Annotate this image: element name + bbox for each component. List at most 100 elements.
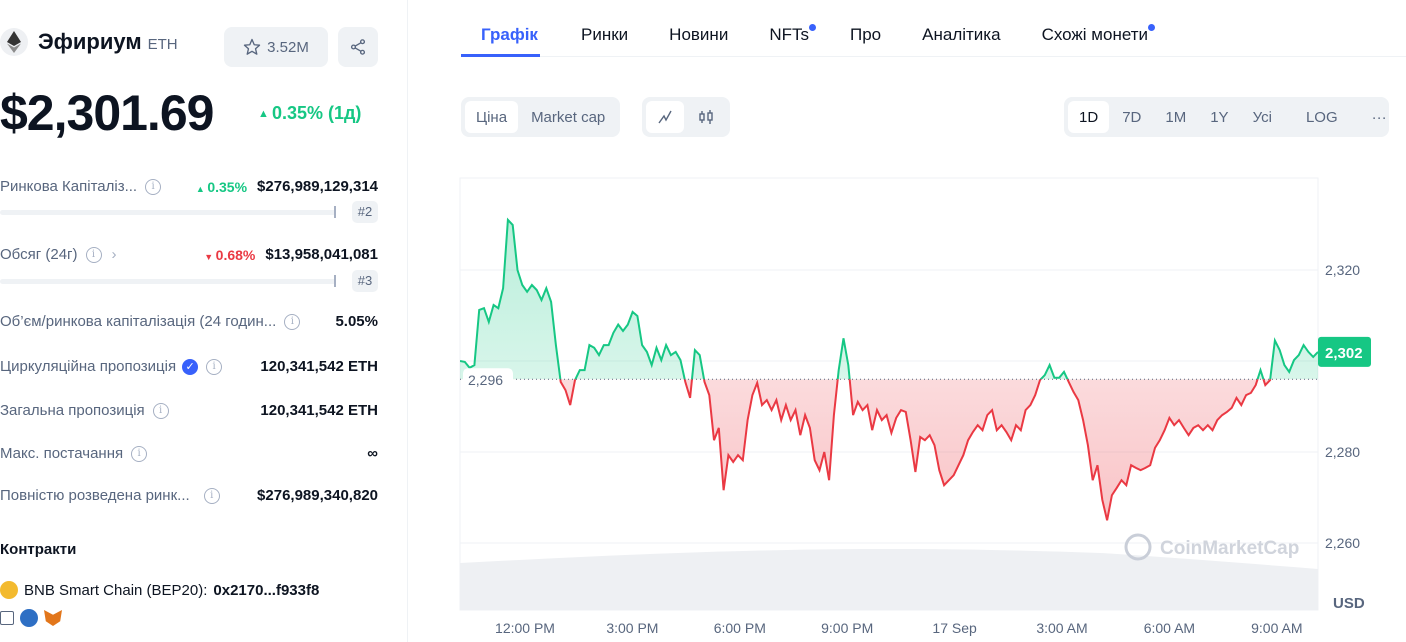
copy-icon[interactable]: [0, 611, 14, 625]
triangle-up-icon: ▲: [258, 108, 272, 120]
coin-header: Эфириум ETH: [0, 28, 178, 56]
x-tick-label: 9:00 PM: [821, 620, 873, 636]
share-button[interactable]: [338, 27, 378, 67]
info-icon[interactable]: i: [131, 445, 148, 462]
area-below-baseline: [560, 379, 1271, 521]
plot-frame: [459, 177, 1319, 611]
stat-label: Повністю розведена ринк...: [0, 487, 190, 504]
shield-icon[interactable]: [20, 609, 38, 627]
stat-value: $276,989,340,820: [257, 487, 378, 504]
tab-label: Про: [850, 25, 882, 44]
price-option[interactable]: Ціна: [465, 101, 519, 133]
current-price: $2,301.69: [0, 85, 214, 141]
y-tick-label: 2,320: [1325, 262, 1360, 278]
watchlist-button[interactable]: 3.52M: [224, 27, 328, 67]
tab-0[interactable]: Графік: [461, 0, 540, 57]
ethereum-logo-icon: [0, 28, 28, 56]
coin-name: Эфириум: [38, 29, 142, 54]
stat-label: Циркуляційна пропозиція: [0, 358, 177, 375]
info-icon[interactable]: i: [284, 313, 301, 330]
stat-value: $276,989,129,314: [257, 178, 378, 195]
tab-label: Графік: [481, 25, 538, 44]
stat-volume: Обсяг (24г) i › ▼ 0.68% $13,958,041,081: [0, 246, 378, 263]
chevron-right-icon[interactable]: ›: [112, 246, 117, 263]
baseline-label: 2,296: [468, 372, 503, 388]
triangle-up-icon: ▲: [195, 183, 208, 194]
stat-total-supply: Загальна пропозиція i 120,341,542 ETH: [0, 402, 378, 419]
bnb-chain-icon: [0, 581, 18, 599]
stat-value: 120,341,542 ETH: [260, 402, 378, 419]
chart-style-toggle: [642, 97, 730, 137]
tab-5[interactable]: Аналітика: [922, 0, 1000, 57]
stat-value: 120,341,542 ETH: [260, 358, 378, 375]
x-tick-label: 17 Sep: [932, 620, 977, 636]
stat-label: Ринкова Капіталіз...: [0, 178, 138, 195]
candlestick-icon[interactable]: [686, 101, 726, 133]
range-усі[interactable]: Усі: [1242, 101, 1283, 133]
price-line-up: [460, 217, 1318, 380]
stat-volume-market-cap: Об’єм/ринкова капіталізація (24 годин...…: [0, 313, 378, 330]
info-icon[interactable]: i: [203, 487, 220, 504]
star-icon: [243, 38, 261, 55]
stat-label: Загальна пропозиція: [0, 402, 145, 419]
price-line-down: [559, 379, 1272, 521]
coin-symbol: ETH: [147, 35, 178, 53]
range-1y[interactable]: 1Y: [1199, 101, 1239, 133]
info-icon[interactable]: i: [145, 178, 162, 195]
tab-label: Новини: [669, 25, 729, 44]
x-tick-label: 6:00 PM: [714, 620, 766, 636]
range-1d[interactable]: 1D: [1068, 101, 1110, 133]
metamask-fox-icon[interactable]: [44, 610, 62, 626]
info-icon[interactable]: i: [206, 358, 223, 375]
x-tick-label: 6:00 AM: [1144, 620, 1195, 636]
stat-label: Макс. постачання: [0, 445, 124, 462]
tab-2[interactable]: Новини: [669, 0, 728, 57]
currency-unit: USD: [1333, 595, 1365, 612]
y-tick-label: 2,260: [1325, 535, 1360, 551]
rank-badge: #3: [352, 270, 378, 292]
tab-1[interactable]: Ринки: [581, 0, 628, 57]
volume-bars: [460, 549, 1318, 610]
range-1m[interactable]: 1M: [1154, 101, 1197, 133]
more-options-button[interactable]: ···: [1361, 101, 1398, 133]
stat-fully-diluted: Повністю розведена ринк... i $276,989,340,…: [0, 487, 378, 504]
tab-4[interactable]: Про: [850, 0, 881, 57]
area-above-baseline: [460, 219, 1318, 380]
stat-label: Об’єм/ринкова капіталізація (24 годин...: [0, 313, 277, 330]
x-tick-label: 12:00 PM: [495, 620, 555, 636]
share-icon: [350, 39, 366, 55]
contract-address[interactable]: 0x2170...f933f8: [213, 582, 319, 599]
volume-rank-bar: [0, 275, 336, 287]
chart-type-toggle: Ціна Market cap: [461, 97, 621, 137]
info-icon[interactable]: i: [152, 402, 169, 419]
tab-label: Аналітика: [922, 25, 1001, 44]
contract-row: BNB Smart Chain (BEP20): 0x2170...f933f8: [0, 581, 319, 599]
contract-chain: BNB Smart Chain (BEP20):: [24, 581, 208, 599]
line-chart-icon[interactable]: [646, 101, 684, 133]
change-value: 0.68%: [215, 246, 256, 263]
watchlist-count: 3.52M: [267, 38, 309, 56]
info-icon[interactable]: i: [85, 246, 102, 263]
market-cap-option[interactable]: Market cap: [520, 101, 616, 133]
tab-6[interactable]: Схожі монети: [1041, 0, 1156, 57]
rank-badge: #2: [352, 201, 378, 223]
coinmarketcap-logo-icon: [1124, 533, 1152, 561]
stat-value: ∞: [367, 445, 378, 462]
price-change-value: 0.35% (1д): [271, 103, 362, 123]
stat-circulating-supply: Циркуляційна пропозиція ✓ i 120,341,542 ET…: [0, 358, 378, 375]
x-tick-label: 9:00 AM: [1251, 620, 1302, 636]
tab-3[interactable]: NFTs: [769, 0, 816, 57]
tab-label: Ринки: [581, 25, 629, 44]
new-indicator-dot: [809, 24, 816, 31]
volume-change: ▼ 0.68%: [204, 247, 255, 263]
log-scale-button[interactable]: LOG: [1295, 101, 1349, 133]
verified-icon: ✓: [182, 358, 199, 375]
x-tick-label: 3:00 AM: [1036, 620, 1087, 636]
current-price-marker: [1318, 336, 1371, 367]
tab-label: Схожі монети: [1041, 25, 1149, 44]
range-7d[interactable]: 7D: [1111, 101, 1152, 133]
current-price-label: 2,302: [1325, 345, 1363, 362]
stat-market-cap: Ринкова Капіталіз... i ▲ 0.35% $276,989,12…: [0, 178, 378, 195]
y-tick-label: 2,280: [1325, 444, 1360, 460]
coin-tabs: Графік Ринки Новини NFTs Про Аналітика Схожі м…: [461, 0, 1406, 57]
